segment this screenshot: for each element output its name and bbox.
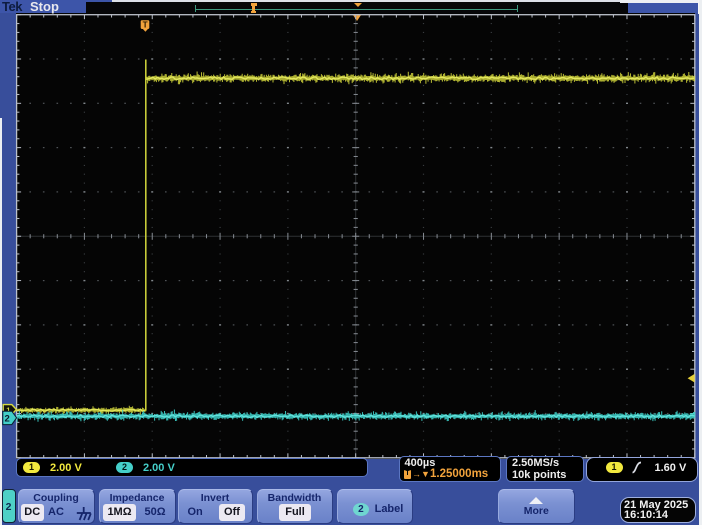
- svg-text:2: 2: [5, 414, 10, 425]
- svg-text:T: T: [143, 21, 148, 30]
